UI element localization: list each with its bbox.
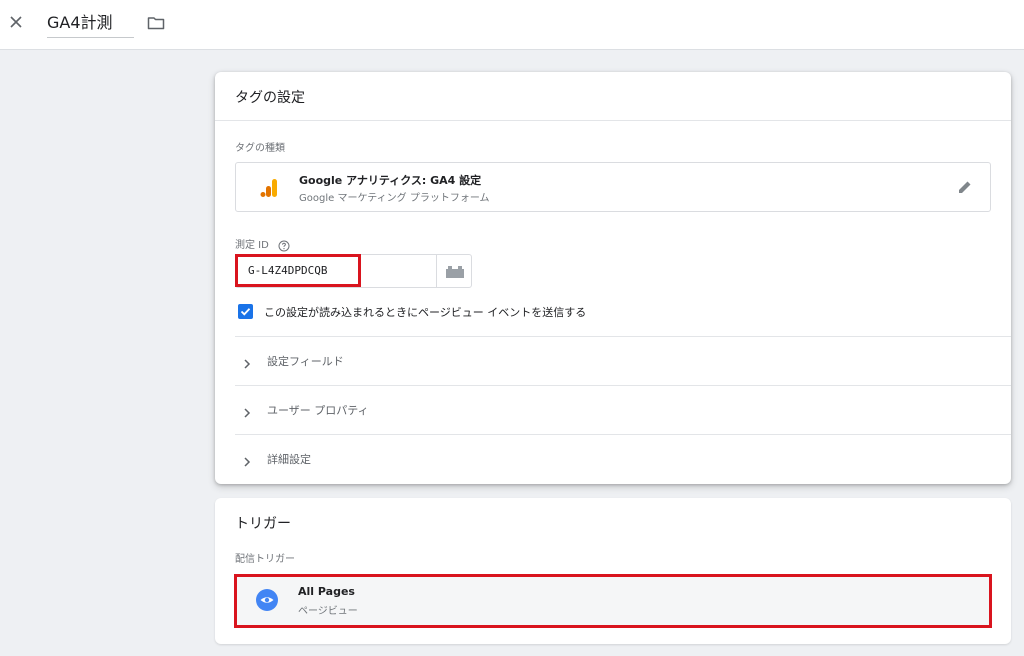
tag-name-input[interactable]: GA4計測 <box>47 10 134 38</box>
expander-user-properties[interactable]: ユーザー プロパティ <box>235 385 1011 434</box>
tag-configuration-heading: タグの設定 <box>235 90 305 106</box>
tag-configuration-card: タグの設定 タグの種類 Google アナリティクス: GA4 設定 Googl… <box>215 72 1011 484</box>
expander-label: ユーザー プロパティ <box>267 404 369 417</box>
trigger-name: All Pages <box>298 585 355 598</box>
measurement-id-input[interactable]: G-L4Z4DPDCQB <box>235 254 437 288</box>
expander-fields-to-set[interactable]: 設定フィールド <box>235 336 1011 385</box>
send-pageview-label: この設定が読み込まれるときにページビュー イベントを送信する <box>264 306 587 319</box>
divider <box>215 120 1011 121</box>
measurement-id-label: 測定 ID <box>235 240 269 251</box>
chevron-right-icon <box>242 355 252 369</box>
lego-block-icon[interactable] <box>436 254 472 288</box>
firing-triggers-label: 配信トリガー <box>235 554 295 565</box>
folder-icon[interactable] <box>146 13 166 33</box>
top-bar: GA4計測 <box>0 0 1024 50</box>
triggering-card: トリガー 配信トリガー All Pages ページビュー <box>215 498 1011 644</box>
close-icon[interactable] <box>6 12 26 32</box>
trigger-row-all-pages[interactable]: All Pages ページビュー <box>235 576 991 626</box>
tag-type-name: Google アナリティクス: GA4 設定 <box>299 174 482 187</box>
pencil-icon[interactable] <box>956 178 974 196</box>
chevron-right-icon <box>242 453 252 467</box>
tag-type-label: タグの種類 <box>235 143 285 154</box>
tag-type-provider: Google マーケティング プラットフォーム <box>299 193 490 204</box>
help-icon[interactable] <box>278 237 290 252</box>
chevron-right-icon <box>242 404 252 418</box>
expander-advanced-settings[interactable]: 詳細設定 <box>235 434 1011 483</box>
expander-label: 詳細設定 <box>267 453 311 466</box>
triggering-heading: トリガー <box>235 516 291 532</box>
expander-label: 設定フィールド <box>267 355 344 368</box>
send-pageview-checkbox[interactable] <box>238 304 253 319</box>
eye-icon <box>256 589 278 611</box>
google-analytics-icon <box>260 178 278 198</box>
tag-type-selector[interactable]: Google アナリティクス: GA4 設定 Google マーケティング プラ… <box>235 162 991 212</box>
trigger-type: ページビュー <box>298 606 358 617</box>
